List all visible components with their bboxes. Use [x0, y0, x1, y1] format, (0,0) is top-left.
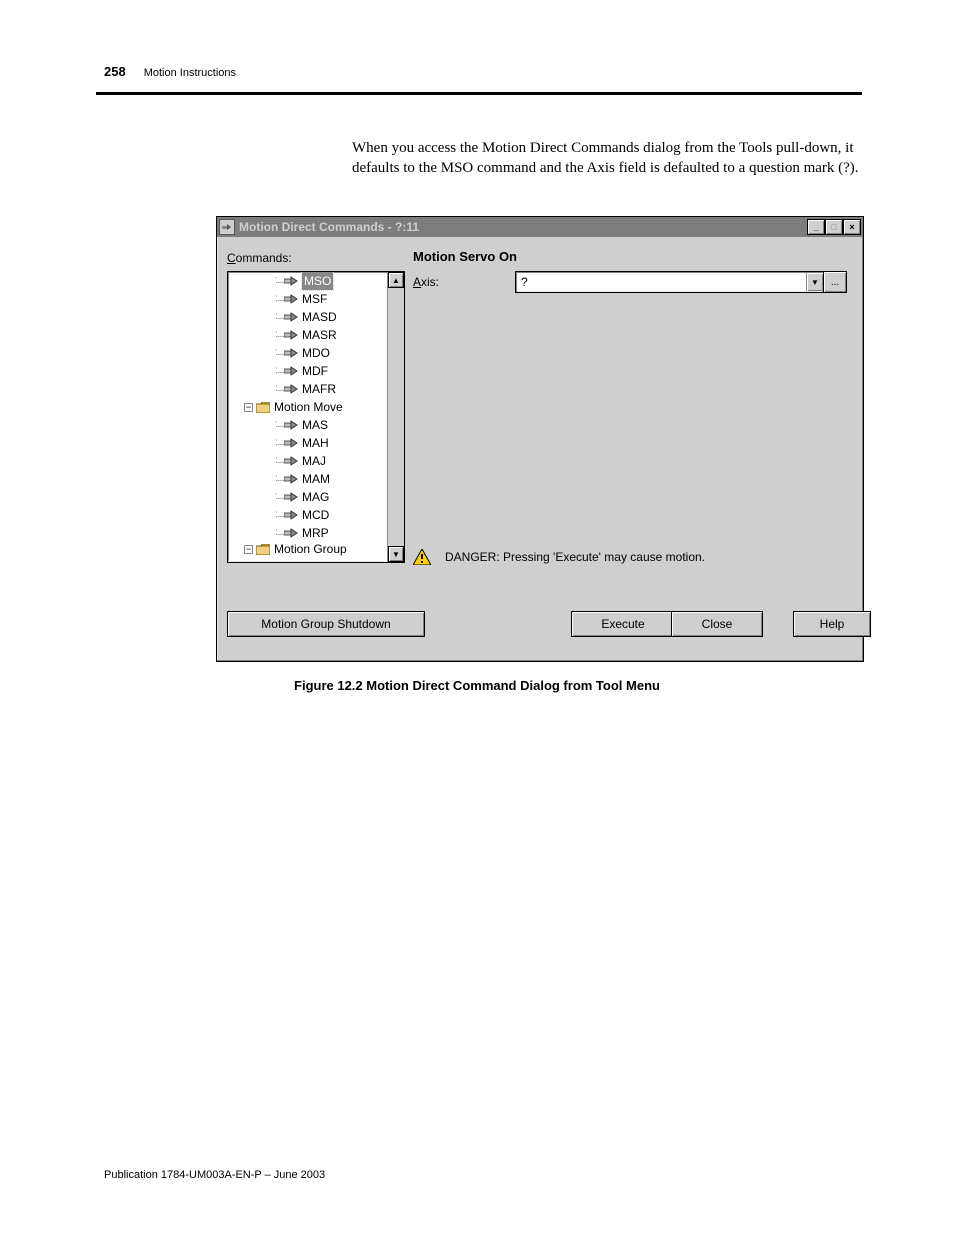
command-icon [284, 419, 298, 431]
motion-group-shutdown-button[interactable]: Motion Group Shutdown [227, 611, 425, 637]
tree-item-mdo[interactable]: :....MDO [230, 344, 388, 362]
motion-direct-commands-dialog: Motion Direct Commands - ?:11 _ □ × Comm… [216, 216, 864, 662]
tree-item-mafr[interactable]: :....MAFR [230, 380, 388, 398]
tree-item-msf[interactable]: :....MSF [230, 290, 388, 308]
tree-item-maj[interactable]: :....MAJ [230, 452, 388, 470]
window-buttons: _ □ × [807, 219, 861, 235]
page-number: 258 [104, 64, 126, 79]
tree-item-masr[interactable]: :....MASR [230, 326, 388, 344]
tree-folder-motion-group[interactable]: −Motion Group [230, 542, 388, 556]
command-icon [284, 383, 298, 395]
close-window-button[interactable]: × [843, 219, 861, 235]
command-icon [284, 311, 298, 323]
figure-caption: Figure 12.2 Motion Direct Command Dialog… [0, 678, 954, 693]
scroll-up-button[interactable]: ▲ [388, 272, 404, 288]
commands-tree[interactable]: :....MSO :....MSF :....MASD :....MASR :.… [227, 271, 405, 563]
button-bar: Motion Group Shutdown Execute Close Help [223, 611, 857, 639]
maximize-button[interactable]: □ [825, 219, 843, 235]
execute-button[interactable]: Execute [571, 611, 675, 637]
command-icon [284, 293, 298, 305]
dialog-body: Commands: :....MSO :....MSF :....MASD :.… [223, 241, 857, 655]
command-icon [284, 329, 298, 341]
close-button[interactable]: Close [671, 611, 763, 637]
command-icon [284, 275, 298, 287]
tree-item-mas[interactable]: :....MAS [230, 416, 388, 434]
axis-label: Axis: [413, 275, 439, 289]
page-header: 258 Motion Instructions [104, 64, 860, 79]
tree-item-mso[interactable]: :....MSO [230, 272, 388, 290]
expander-icon[interactable]: − [244, 403, 253, 412]
tree-item-mam[interactable]: :....MAM [230, 470, 388, 488]
tree-scrollbar[interactable]: ▲ ▼ [387, 272, 404, 562]
title-bar: Motion Direct Commands - ?:11 _ □ × [217, 217, 863, 237]
tree-item-mdf[interactable]: :....MDF [230, 362, 388, 380]
axis-select[interactable]: ? ▼ [515, 271, 824, 293]
help-button[interactable]: Help [793, 611, 871, 637]
page: 258 Motion Instructions When you access … [0, 0, 954, 1235]
header-rule [96, 92, 862, 95]
app-icon [219, 219, 235, 235]
intro-paragraph: When you access the Motion Direct Comman… [352, 138, 860, 179]
axis-value: ? [521, 275, 806, 289]
minimize-button[interactable]: _ [807, 219, 825, 235]
publication-footer: Publication 1784-UM003A-EN-P – June 2003 [104, 1169, 325, 1181]
command-icon [284, 365, 298, 377]
axis-dropdown-button[interactable]: ▼ [806, 273, 823, 291]
command-icon [284, 473, 298, 485]
command-icon [284, 437, 298, 449]
commands-label: Commands: [227, 251, 292, 265]
command-icon [284, 491, 298, 503]
tree-item-mag[interactable]: :....MAG [230, 488, 388, 506]
tree-item-mah[interactable]: :....MAH [230, 434, 388, 452]
axis-browse-button[interactable]: ... [823, 271, 847, 293]
tree-item-mcd[interactable]: :....MCD [230, 506, 388, 524]
warning-text: DANGER: Pressing 'Execute' may cause mot… [445, 550, 705, 564]
command-icon [284, 527, 298, 539]
command-icon [284, 347, 298, 359]
command-title: Motion Servo On [413, 249, 517, 264]
command-icon [284, 455, 298, 467]
scroll-down-button[interactable]: ▼ [388, 546, 404, 562]
command-icon [284, 509, 298, 521]
folder-icon [256, 544, 270, 555]
tree-item-mrp[interactable]: :....MRP [230, 524, 388, 542]
tree-folder-motion-move[interactable]: −Motion Move [230, 398, 388, 416]
expander-icon[interactable]: − [244, 545, 253, 554]
folder-icon [256, 402, 270, 413]
warning-row: DANGER: Pressing 'Execute' may cause mot… [413, 549, 705, 565]
window-title: Motion Direct Commands - ?:11 [239, 220, 803, 234]
tree-item-masd[interactable]: :....MASD [230, 308, 388, 326]
warning-icon [413, 549, 431, 565]
chapter-title: Motion Instructions [144, 67, 236, 79]
tree-content[interactable]: :....MSO :....MSF :....MASD :....MASR :.… [230, 272, 388, 562]
